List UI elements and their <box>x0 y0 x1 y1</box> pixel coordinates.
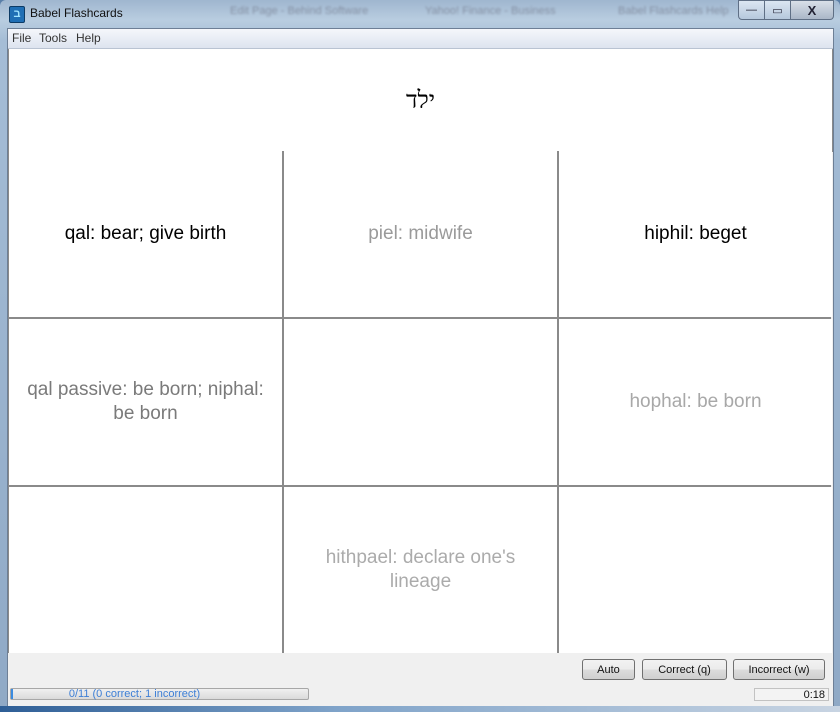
taskbar-background <box>0 706 840 712</box>
title-bar[interactable]: ב Babel Flashcards Edit Page - Behind So… <box>0 0 840 28</box>
prompt-panel: ילד <box>8 49 833 152</box>
answer-cell[interactable]: qal: bear; give birth <box>9 151 282 317</box>
close-button[interactable]: X <box>791 0 834 20</box>
app-window: ב Babel Flashcards Edit Page - Behind So… <box>0 0 840 712</box>
auto-button[interactable]: Auto <box>582 659 635 680</box>
minimize-button[interactable]: — <box>738 0 765 20</box>
answer-grid: qal: bear; give birth piel: midwife hiph… <box>8 151 832 653</box>
menu-bar: File Tools Help <box>8 29 833 49</box>
prompt-word: ילד <box>405 85 436 114</box>
answer-cell[interactable]: hiphil: beget <box>559 151 832 317</box>
background-window-tab: Edit Page - Behind Software <box>230 5 369 17</box>
minimize-icon: — <box>746 4 757 16</box>
answer-cell[interactable] <box>559 487 832 653</box>
answer-cell[interactable]: hophal: be born <box>559 319 832 485</box>
background-window-tab: Babel Flashcards Help <box>618 5 729 17</box>
correct-button[interactable]: Correct (q) <box>642 659 727 680</box>
menu-tools[interactable]: Tools <box>39 31 67 45</box>
timer: 0:18 <box>754 688 829 701</box>
progress-bar: 0/11 (0 correct; 1 incorrect) <box>10 688 309 700</box>
incorrect-button[interactable]: Incorrect (w) <box>733 659 825 680</box>
maximize-icon: ▭ <box>772 4 783 17</box>
client-area: File Tools Help ילד qal: bear; give birt… <box>7 28 834 708</box>
answer-cell[interactable]: piel: midwife <box>284 151 557 317</box>
background-window-tab: Yahoo! Finance - Business <box>425 5 556 17</box>
answer-cell[interactable]: hithpael: declare one's lineage <box>284 487 557 653</box>
answer-cell[interactable] <box>9 487 282 653</box>
maximize-button[interactable]: ▭ <box>765 0 791 20</box>
menu-help[interactable]: Help <box>76 31 101 45</box>
answer-cell[interactable] <box>284 319 557 485</box>
app-icon: ב <box>9 6 25 23</box>
close-icon: X <box>807 2 817 18</box>
answer-cell[interactable]: qal passive: be born; niphal: be born <box>9 319 282 485</box>
progress-text: 0/11 (0 correct; 1 incorrect) <box>68 688 201 700</box>
window-title: Babel Flashcards <box>30 6 123 20</box>
menu-file[interactable]: File <box>12 31 31 45</box>
bottom-bar: Auto Correct (q) Incorrect (w) 0/11 (0 c… <box>8 653 833 707</box>
